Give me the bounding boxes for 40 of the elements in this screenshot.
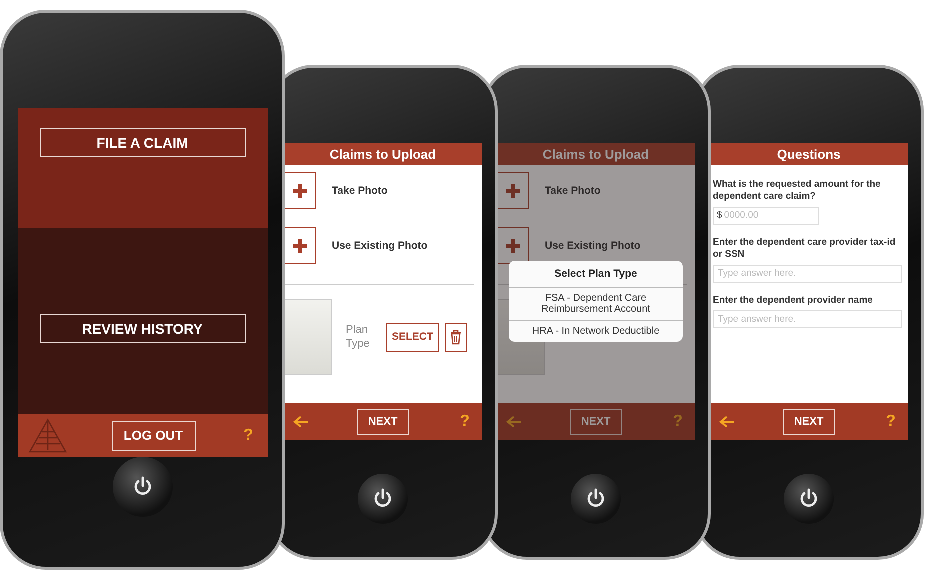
- back-arrow-icon: [293, 414, 309, 428]
- footer-button[interactable]: NEXT: [357, 408, 409, 434]
- question-label: What is the requested amount for the dependent care claim?: [713, 179, 882, 203]
- power-icon: [585, 488, 607, 510]
- footer-button[interactable]: NEXT: [570, 408, 622, 434]
- currency-symbol: $: [717, 210, 722, 222]
- photo-action-button[interactable]: Use Existing Photo: [284, 227, 474, 264]
- plus-icon: [292, 238, 306, 252]
- triangle-logo-icon: [28, 418, 68, 454]
- photo-action-button[interactable]: Take Photo: [497, 172, 687, 209]
- screen-title: Claims to Upload: [330, 146, 436, 162]
- amount-input[interactable]: 0000.00: [724, 210, 804, 222]
- power-icon: [372, 488, 394, 510]
- screen-title: Questions: [777, 146, 841, 162]
- plus-icon: [292, 184, 306, 198]
- question-label: Enter the dependent care provider tax-id or SSN: [713, 236, 897, 260]
- plus-icon: [506, 238, 520, 252]
- menu-button[interactable]: REVIEW HISTORY: [40, 314, 246, 344]
- back-button[interactable]: [292, 414, 310, 428]
- back-arrow-icon: [719, 414, 735, 428]
- footer-button[interactable]: LOG OUT: [112, 420, 196, 451]
- plus-icon: [506, 184, 520, 198]
- menu-button[interactable]: FILE A CLAIM: [40, 128, 246, 157]
- back-button[interactable]: [718, 414, 736, 428]
- select-button[interactable]: SELECT: [386, 322, 440, 352]
- photo-action-button[interactable]: Take Photo: [284, 172, 474, 209]
- answer-field[interactable]: Type answer here.: [713, 264, 902, 282]
- back-arrow-icon: [506, 414, 522, 428]
- trash-icon: [450, 330, 462, 344]
- plan-type-label: Plan Type: [346, 322, 371, 352]
- plan-option[interactable]: FSA - Dependent Care Reimbursement Account: [509, 287, 683, 320]
- amount-field[interactable]: $ 0000.00: [713, 206, 819, 225]
- question-label: Enter the dependent provider name: [713, 294, 874, 306]
- screen-title: Claims to Upload: [542, 146, 650, 162]
- delete-button[interactable]: [445, 322, 468, 352]
- plan-option[interactable]: HRA - In Network Deductible: [509, 320, 683, 342]
- footer-button[interactable]: NEXT: [783, 408, 835, 434]
- answer-field[interactable]: Type answer here.: [713, 310, 902, 328]
- power-icon: [798, 488, 820, 510]
- dialog-title: Select Plan Type: [554, 267, 638, 282]
